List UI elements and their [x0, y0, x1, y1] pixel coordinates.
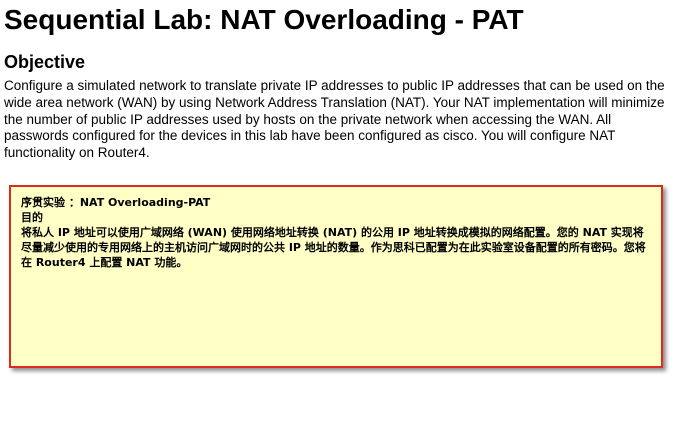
objective-heading: Objective — [4, 52, 86, 72]
translation-heading: 目的 — [21, 211, 43, 224]
translation-title: 序贯实验 ：NAT Overloading-PAT — [21, 196, 211, 209]
translation-popup: 序贯实验 ：NAT Overloading-PAT 目的 将私人 IP 地址可以… — [9, 185, 663, 368]
objective-text: Configure a simulated network to transla… — [4, 78, 665, 161]
translation-body: 将私人 IP 地址可以使用广域网络 (WAN) 使用网络地址转换 (NAT) 的… — [21, 226, 646, 269]
page-title: Sequential Lab: NAT Overloading - PAT — [4, 4, 524, 35]
